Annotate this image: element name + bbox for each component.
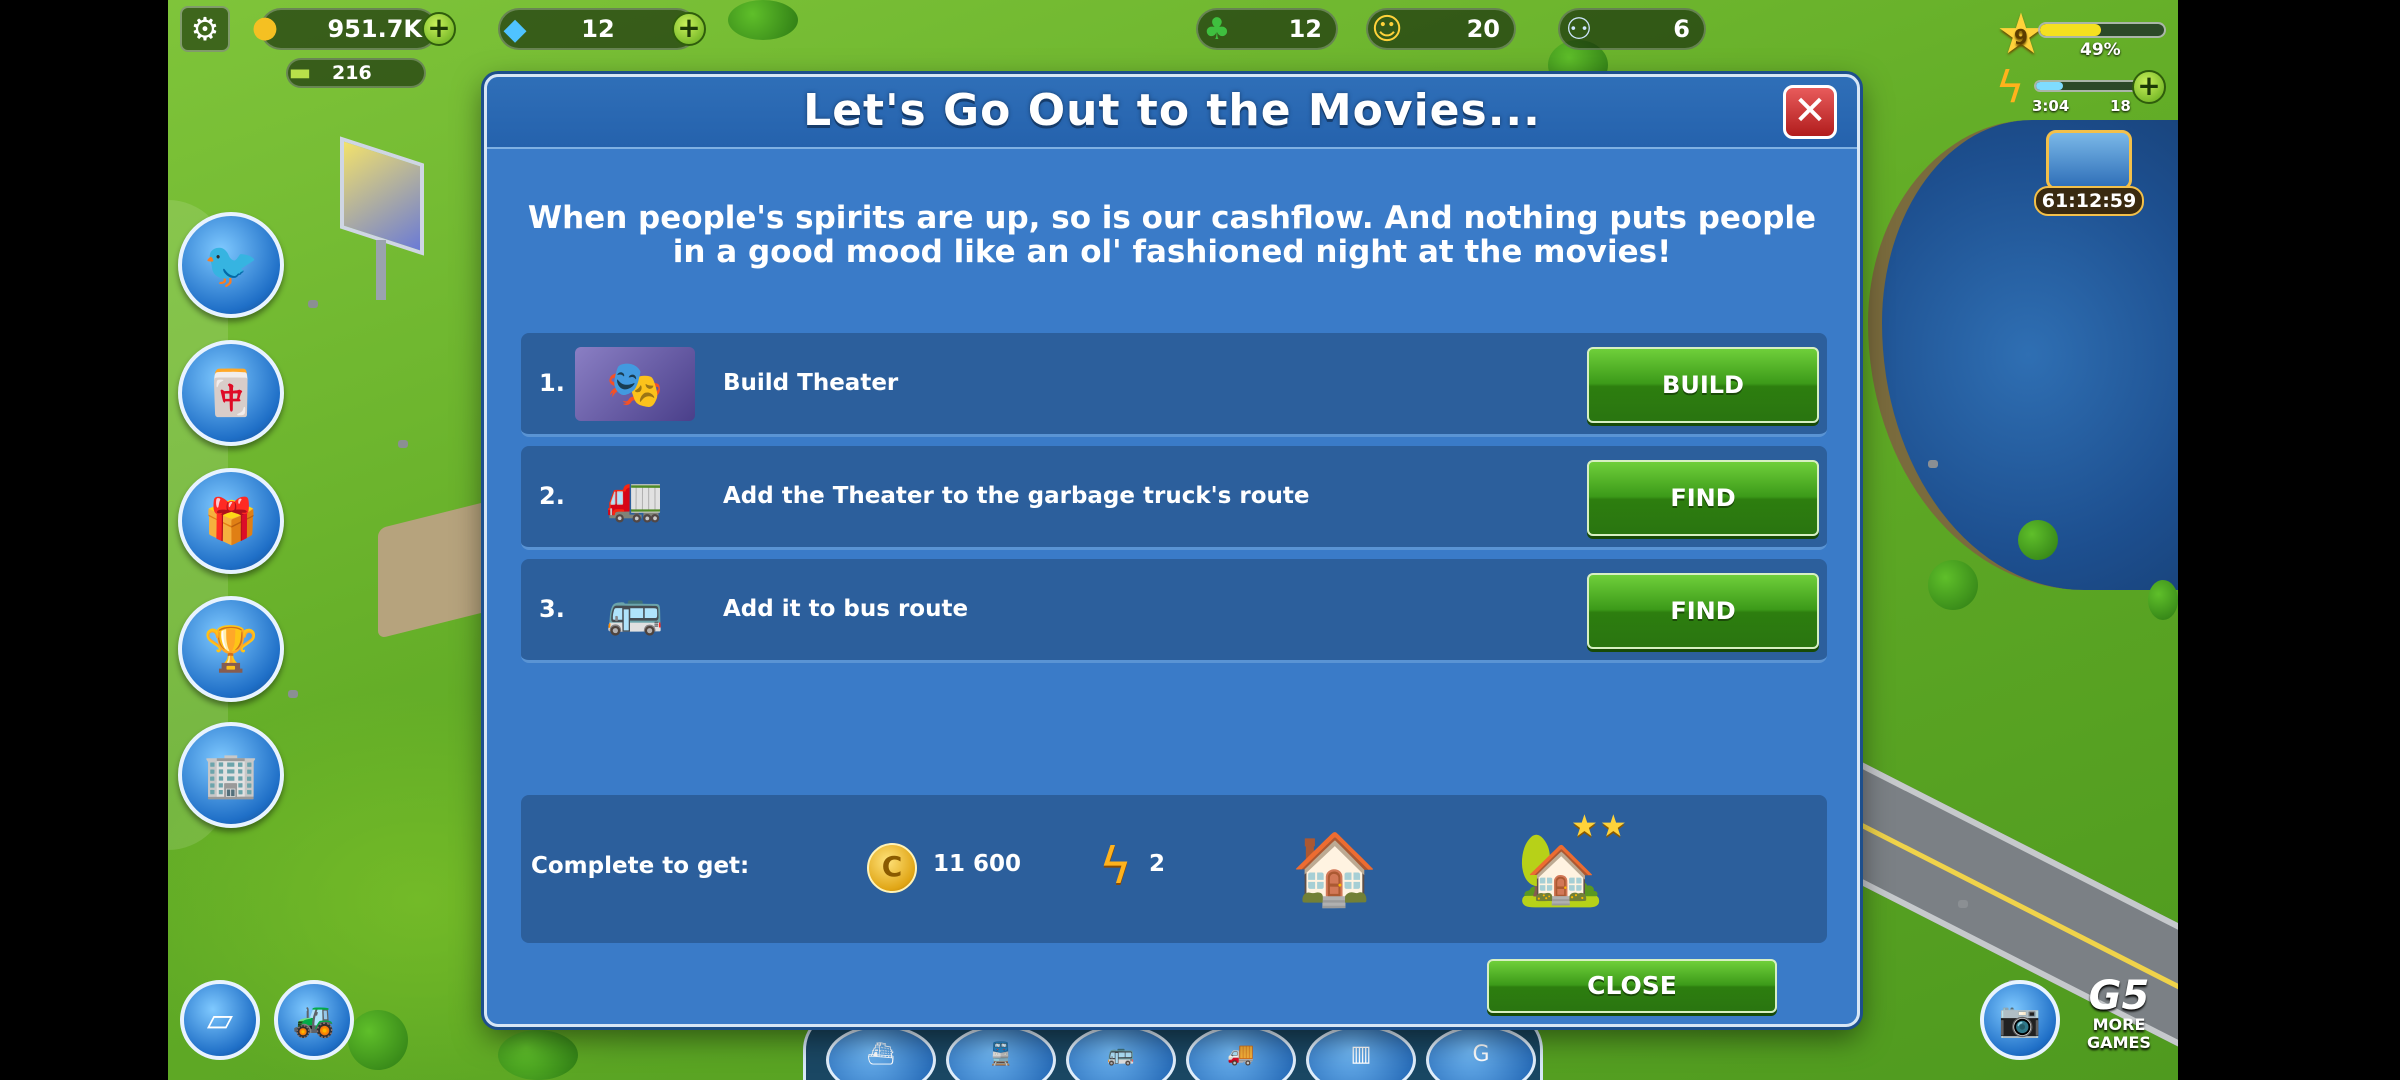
population-value: 6	[1673, 15, 1690, 43]
reward-panel: Complete to get: C 11 600 ϟ 2 🏠 🏡 ★★	[521, 795, 1827, 943]
chest-timer: 61:12:59	[2034, 186, 2144, 216]
bulldozer-button[interactable]: 🚜	[274, 980, 354, 1060]
treasure-chest-icon[interactable]	[2046, 130, 2132, 190]
energy-bolt-icon: ϟ	[1099, 837, 1132, 895]
achievements-trophy-button[interactable]: 🏆	[178, 596, 284, 702]
rock	[1958, 900, 1968, 908]
bus-icon: 🚌	[606, 582, 664, 637]
tree	[2148, 580, 2178, 620]
task-row: 2. 🚛 Add the Theater to the garbage truc…	[521, 446, 1827, 550]
dialog-title: Let's Go Out to the Movies...	[803, 85, 1541, 136]
tree	[1928, 560, 1978, 610]
xp-bar	[2038, 22, 2166, 38]
tab-train[interactable]: 🚆	[946, 1025, 1056, 1080]
tab-g5[interactable]: G	[1426, 1025, 1536, 1080]
task-text: Add it to bus route	[723, 596, 969, 622]
task-number: 1.	[539, 369, 565, 397]
rock	[398, 440, 408, 448]
g5-social-twitter-button[interactable]: 🐦	[178, 212, 284, 318]
g5-logo: G5	[2088, 973, 2150, 1019]
xp-bar-fill	[2040, 24, 2101, 36]
level-value: 9	[2014, 25, 2028, 49]
diamond-icon: ◆	[503, 11, 527, 47]
energy-bar	[2034, 80, 2144, 92]
quest-dialog: Let's Go Out to the Movies... ✕ When peo…	[484, 74, 1860, 1027]
theater-building-icon: 🎭	[575, 347, 695, 421]
close-x-button[interactable]: ✕	[1783, 85, 1837, 139]
smiley-face-icon: ☺	[1371, 11, 1403, 47]
coin-stack-icon: ●	[251, 9, 279, 45]
energy-bar-fill	[2036, 82, 2063, 90]
tree	[728, 0, 798, 40]
happiness-value: 20	[1466, 15, 1500, 43]
gems-value: 12	[581, 15, 615, 43]
two-star-rating-icon: ★★	[1571, 809, 1629, 844]
tab-map[interactable]: ▥	[1306, 1025, 1416, 1080]
tree-icon: ♣	[1203, 11, 1231, 47]
energy-count: 18	[2110, 97, 2131, 115]
task-number: 3.	[539, 595, 565, 623]
task-number: 2.	[539, 482, 565, 510]
find-garbage-truck-button[interactable]: FIND	[1587, 460, 1819, 536]
xp-percent: 49%	[2080, 40, 2121, 60]
coins-value: 951.7K	[327, 15, 422, 43]
energy-timer: 3:04	[2032, 97, 2070, 115]
tree	[2018, 520, 2058, 560]
add-gems-button[interactable]: +	[672, 12, 706, 46]
more-games-button[interactable]: G5 MORE GAMES	[2076, 976, 2162, 1052]
dialog-description: When people's spirits are up, so is our …	[527, 200, 1817, 270]
find-bus-button[interactable]: FIND	[1587, 573, 1819, 649]
build-button[interactable]: BUILD	[1587, 347, 1819, 423]
billboard	[340, 136, 424, 256]
tab-ship[interactable]: ⛴	[826, 1025, 936, 1080]
secondary-currency-value: 216	[332, 62, 372, 84]
add-energy-button[interactable]: +	[2132, 70, 2166, 104]
reward-label: Complete to get:	[531, 853, 750, 879]
bill-stack-icon: ▬	[288, 58, 312, 86]
tab-bus[interactable]: 🚌	[1066, 1025, 1176, 1080]
camera-button[interactable]: 📷	[1980, 980, 2060, 1060]
reward-energy: 2	[1149, 851, 1166, 877]
close-button[interactable]: CLOSE	[1487, 959, 1777, 1013]
task-row: 3. 🚌 Add it to bus route FIND	[521, 559, 1827, 663]
tree	[498, 1030, 578, 1080]
tab-truck[interactable]: 🚚	[1186, 1025, 1296, 1080]
coin-icon: C	[867, 843, 917, 893]
billboard-pole	[376, 240, 386, 300]
trees-value: 12	[1288, 15, 1322, 43]
rock	[308, 300, 318, 308]
road-build-button[interactable]: ▱	[180, 980, 260, 1060]
add-coins-button[interactable]: +	[422, 12, 456, 46]
reward-coins: 11 600	[933, 851, 1022, 877]
building-menu-button[interactable]: 🏢	[178, 722, 284, 828]
tree	[348, 1010, 408, 1070]
dialog-header: Let's Go Out to the Movies... ✕	[487, 77, 1857, 149]
task-text: Add the Theater to the garbage truck's r…	[723, 483, 1310, 509]
task-text: Build Theater	[723, 370, 899, 396]
rock	[288, 690, 298, 698]
mahjong-promo-button[interactable]: 🀄	[178, 340, 284, 446]
settings-gear-icon[interactable]: ⚙	[180, 6, 230, 52]
blue-house-icon: 🏠	[1291, 827, 1379, 910]
task-row: 1. 🎭 Build Theater BUILD	[521, 333, 1827, 437]
more-games-label-2: GAMES	[2087, 1033, 2151, 1052]
garbage-truck-icon: 🚛	[606, 469, 664, 524]
energy-bolt-icon: ϟ	[1995, 61, 2025, 113]
people-icon: ⚇	[1565, 11, 1593, 47]
rock	[1928, 460, 1938, 468]
gift-shop-button[interactable]: 🎁	[178, 468, 284, 574]
